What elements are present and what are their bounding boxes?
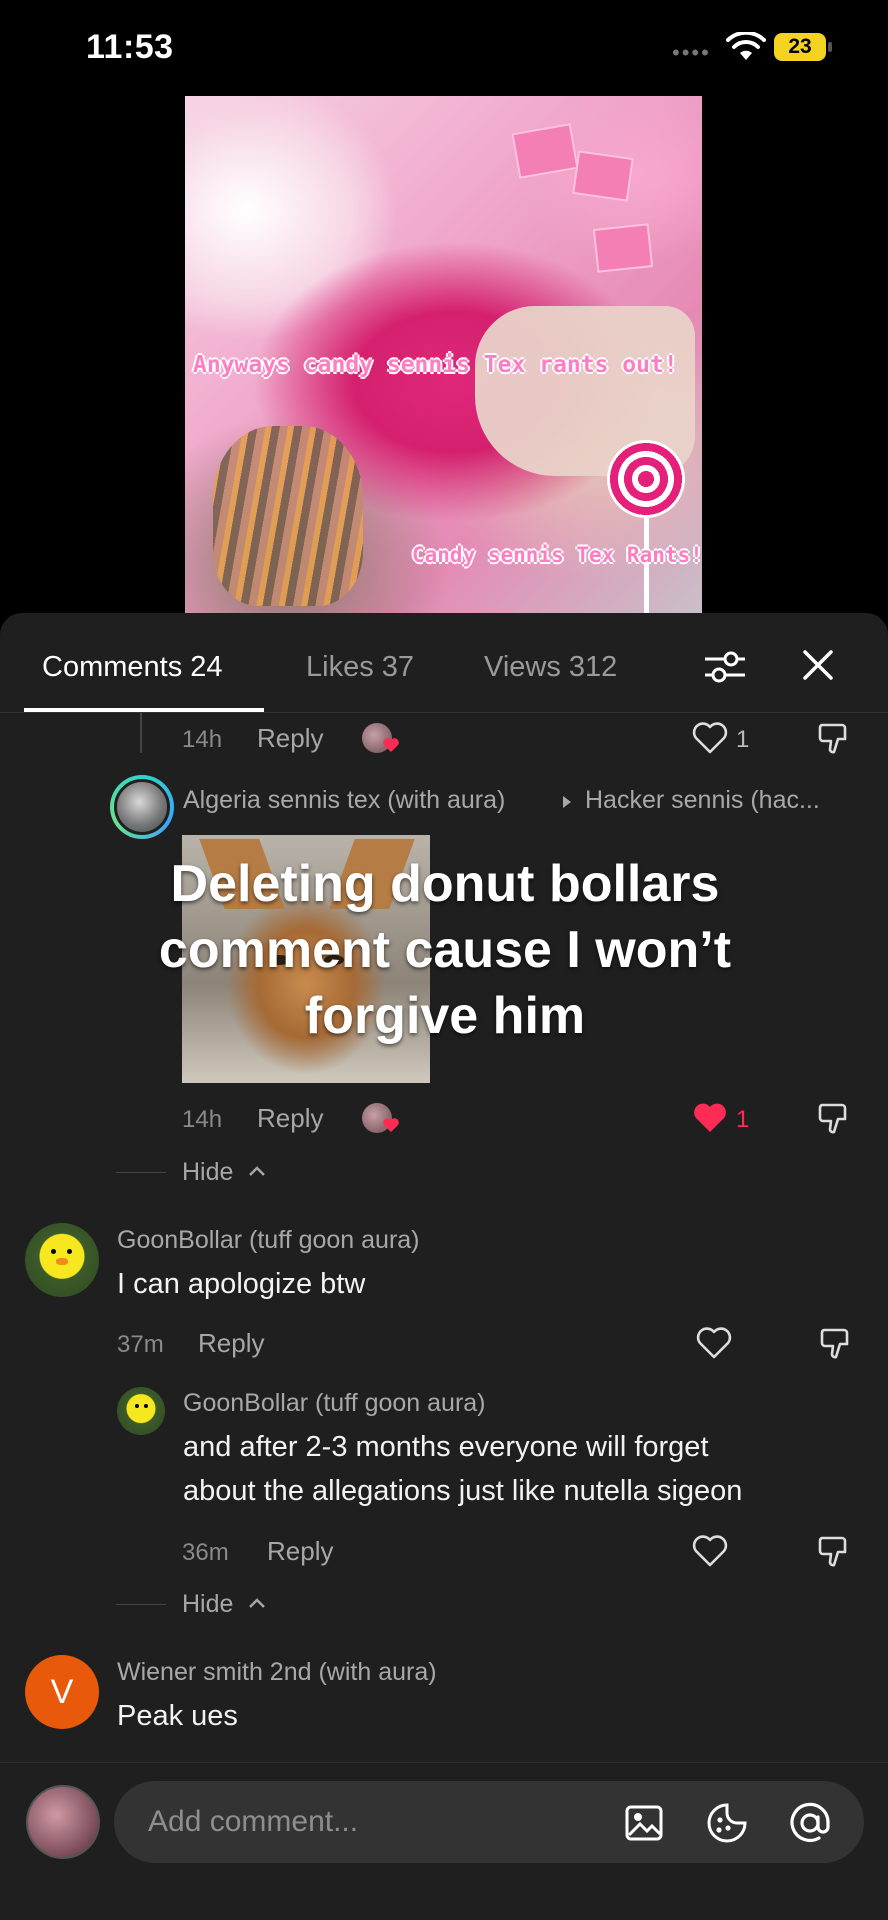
- heart-icon-liked[interactable]: [692, 1101, 728, 1135]
- comment-author[interactable]: GoonBollar (tuff goon aura): [183, 1389, 486, 1418]
- mini-heart-icon: [383, 738, 399, 752]
- hide-replies-button[interactable]: Hide: [182, 1590, 233, 1619]
- comment-text: I can apologize btw: [117, 1268, 366, 1300]
- reply-button[interactable]: Reply: [257, 723, 323, 754]
- reply-arrow-icon: [563, 796, 571, 808]
- dislike-icon[interactable]: [818, 1326, 854, 1362]
- dislike-icon[interactable]: [816, 1101, 852, 1137]
- candy-cube: [511, 123, 579, 179]
- reply-to-author[interactable]: Hacker sennis (hac...: [585, 786, 820, 815]
- filter-icon[interactable]: [703, 647, 747, 687]
- close-icon[interactable]: [800, 647, 836, 683]
- active-tab-indicator: [24, 708, 264, 712]
- like-count: 1: [736, 726, 750, 753]
- comment-time: 14h: [182, 1106, 223, 1133]
- status-time: 11:53: [86, 28, 174, 66]
- comment-author[interactable]: Wiener smith 2nd (with aura): [117, 1658, 437, 1687]
- hide-divider: [116, 1604, 166, 1605]
- comment-text-line: about the allegations just like nutella …: [183, 1475, 743, 1507]
- dislike-icon[interactable]: [816, 721, 852, 757]
- chevron-up-icon[interactable]: [248, 1165, 266, 1177]
- hide-divider: [116, 1172, 166, 1173]
- video-caption-top: Anyways candy sennis Tex rants out!: [193, 352, 678, 378]
- chevron-up-icon[interactable]: [248, 1597, 266, 1609]
- candy-cube: [572, 150, 634, 202]
- comment-text-line: and after 2-3 months everyone will forge…: [183, 1431, 709, 1463]
- comment-author[interactable]: Algeria sennis tex (with aura): [183, 786, 505, 815]
- lollipop-image: [607, 440, 685, 518]
- comment-author[interactable]: GoonBollar (tuff goon aura): [117, 1226, 420, 1255]
- comment-time: 37m: [117, 1331, 164, 1358]
- mini-heart-icon: [383, 1118, 399, 1132]
- avatar[interactable]: V: [25, 1655, 99, 1729]
- dislike-icon[interactable]: [816, 1534, 852, 1570]
- comment-input[interactable]: [148, 1781, 608, 1863]
- comment-composer: [0, 1762, 888, 1920]
- heart-icon[interactable]: [692, 721, 728, 755]
- reply-button[interactable]: Reply: [198, 1328, 264, 1359]
- heart-icon[interactable]: [696, 1326, 732, 1360]
- sticker-overlay-text: Deleting donut bollars comment cause I w…: [158, 855, 732, 1045]
- reply-button[interactable]: Reply: [267, 1536, 333, 1567]
- battery-tip: [828, 42, 832, 52]
- emoji-icon[interactable]: [706, 1802, 748, 1844]
- avatar[interactable]: [117, 1387, 165, 1435]
- tab-comments[interactable]: Comments 24: [42, 651, 223, 684]
- signal-dots-icon: ••••: [672, 40, 711, 65]
- battery-indicator: 23: [774, 33, 826, 61]
- comment-text: Peak ues: [117, 1700, 238, 1732]
- hide-replies-button[interactable]: Hide: [182, 1158, 233, 1187]
- tab-views[interactable]: Views 312: [484, 651, 617, 684]
- video-caption-bottom: Candy sennis Tex Rants!: [412, 543, 702, 567]
- avatar[interactable]: [25, 1223, 99, 1297]
- comments-sheet: Comments 24 Likes 37 Views 312 14h Reply…: [0, 613, 888, 1920]
- comment-time: 14h: [182, 726, 223, 753]
- tab-bar: Comments 24 Likes 37 Views 312: [0, 613, 888, 713]
- comment-input-container[interactable]: [114, 1781, 864, 1863]
- like-count: 1: [736, 1106, 750, 1133]
- tab-likes[interactable]: Likes 37: [306, 651, 414, 684]
- thread-line: [140, 713, 142, 753]
- my-avatar[interactable]: [26, 1785, 100, 1859]
- candy-cube: [592, 223, 654, 273]
- status-bar: 11:53 •••• 23: [0, 0, 888, 96]
- avatar[interactable]: [110, 775, 174, 839]
- candy-bag-image: [213, 426, 363, 606]
- image-icon[interactable]: [624, 1803, 664, 1843]
- comment-time: 36m: [182, 1539, 229, 1566]
- mention-icon[interactable]: [788, 1801, 832, 1845]
- wifi-icon: [726, 32, 766, 60]
- reply-button[interactable]: Reply: [257, 1103, 323, 1134]
- heart-icon[interactable]: [692, 1534, 728, 1568]
- video-preview[interactable]: Anyways candy sennis Tex rants out! Cand…: [185, 96, 702, 616]
